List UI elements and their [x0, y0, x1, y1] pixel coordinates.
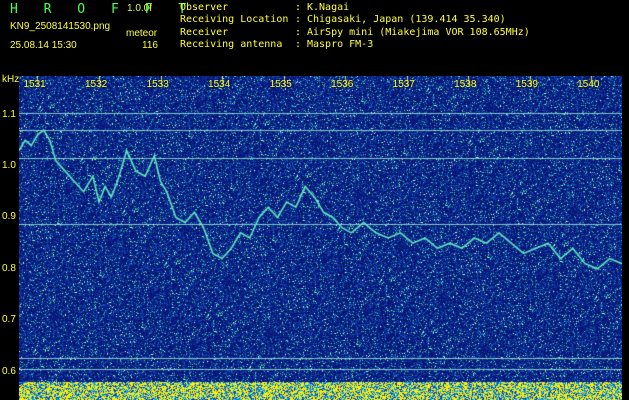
app-version: 1.0.0f — [127, 3, 153, 14]
info-row-antenna: Receiving antenna: Maspro FM-3 — [180, 39, 374, 51]
y-tick-label: 0.6 — [2, 365, 16, 377]
x-tick-label: 1533 — [146, 79, 169, 90]
y-tick-label: 0.8 — [2, 262, 16, 274]
y-tick-label: 1.0 — [2, 160, 16, 171]
x-tick-label: 1536 — [331, 79, 354, 90]
x-tick-label: 1537 — [392, 79, 415, 90]
app-title: H R O F F T — [10, 2, 196, 17]
x-tick-label: 1532 — [84, 79, 108, 90]
y-axis-unit: kHz — [2, 74, 20, 85]
x-tick-label: 1538 — [454, 79, 477, 90]
x-tick-label: 1539 — [515, 79, 538, 90]
y-tick-label: 0.9 — [2, 211, 16, 223]
image-filename: KN9_2508141530.png — [10, 21, 111, 32]
x-tick-label: 1540 — [577, 79, 600, 90]
x-tick-label: 1531 — [23, 79, 46, 90]
y-tick-label: 0.7 — [2, 314, 16, 326]
y-tick-label: 1.1 — [2, 108, 16, 120]
info-row-location: Receiving Location: Chigasaki, Japan (139… — [180, 14, 506, 26]
spectrogram-plot — [19, 76, 622, 400]
x-tick-label: 1535 — [269, 79, 292, 90]
x-tick-label: 1534 — [208, 79, 231, 90]
header-panel: H R O F F T 1.0.0f KN9_2508141530.png 25… — [0, 0, 629, 76]
station-info: Observer: K.Nagai Receiving Location: Chig… — [180, 2, 530, 52]
meteor-count: 116 — [142, 40, 158, 51]
info-row-observer: Observer: K.Nagai — [180, 2, 350, 13]
info-row-receiver: Receiver: AirSpy mini (Miakejima VOR 108.… — [180, 26, 530, 38]
meteor-label: meteor — [126, 28, 158, 39]
observation-datetime: 25.08.14 15:30 — [10, 40, 77, 51]
